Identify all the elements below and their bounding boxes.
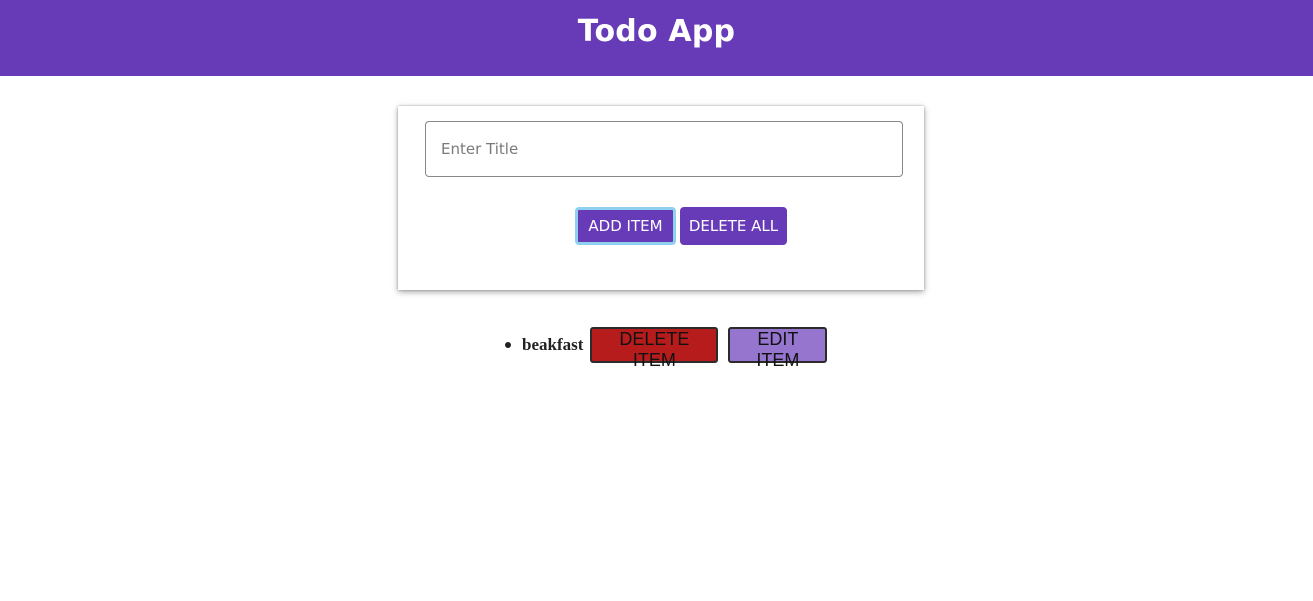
title-input[interactable] bbox=[425, 121, 903, 177]
todo-list: beakfast DELETE ITEM EDIT ITEM bbox=[497, 326, 828, 370]
bullet-icon bbox=[505, 342, 511, 348]
add-item-button[interactable]: ADD ITEM bbox=[575, 207, 676, 245]
list-item: beakfast DELETE ITEM EDIT ITEM bbox=[497, 326, 828, 370]
delete-item-button[interactable]: DELETE ITEM bbox=[590, 327, 719, 370]
todo-item-title: beakfast bbox=[522, 335, 584, 354]
app-header: Todo App bbox=[0, 0, 1313, 76]
delete-all-button[interactable]: DELETE ALL bbox=[680, 207, 787, 245]
app-title: Todo App bbox=[577, 13, 736, 49]
edit-item-button[interactable]: EDIT ITEM bbox=[728, 327, 828, 370]
todo-form-card: ADD ITEM DELETE ALL bbox=[398, 106, 924, 290]
